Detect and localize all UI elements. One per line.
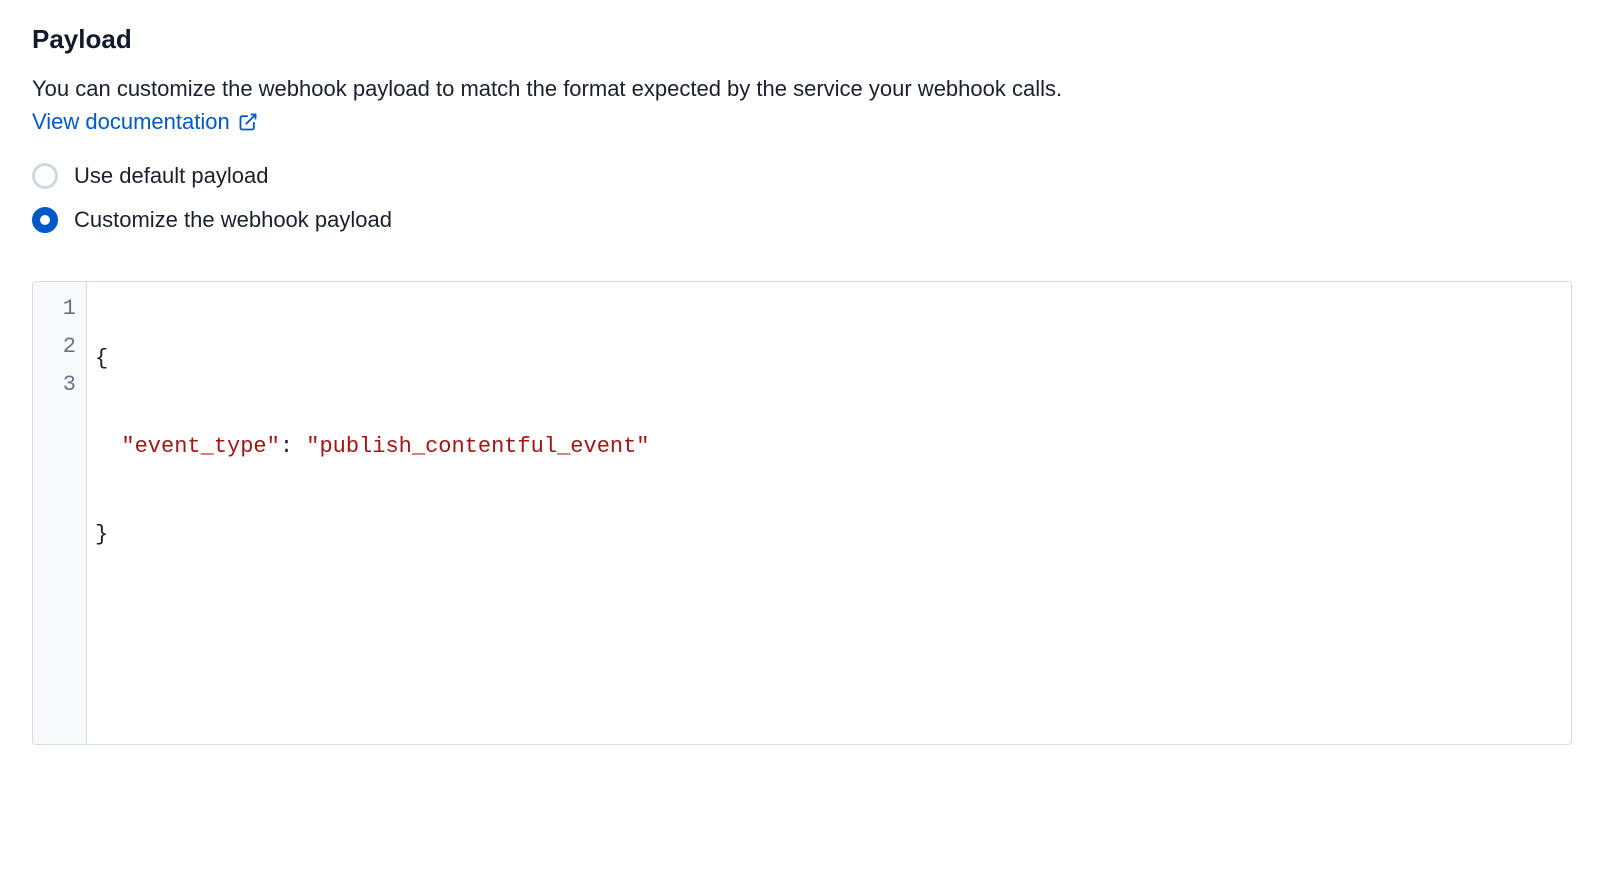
radio-label-default: Use default payload <box>74 163 268 189</box>
radio-circle-default <box>32 163 58 189</box>
external-link-icon <box>238 112 258 132</box>
view-documentation-link[interactable]: View documentation <box>32 109 258 135</box>
radio-label-customize: Customize the webhook payload <box>74 207 392 233</box>
editor-gutter: 1 2 3 <box>33 282 87 744</box>
radio-option-default[interactable]: Use default payload <box>32 163 1572 189</box>
payload-radio-group: Use default payload Customize the webhoo… <box>32 163 1572 233</box>
editor-code-area[interactable]: { "event_type": "publish_contentful_even… <box>87 282 1571 744</box>
doc-link-label: View documentation <box>32 109 230 135</box>
gutter-line: 3 <box>33 366 86 404</box>
code-line: { <box>95 340 1563 378</box>
payload-code-editor[interactable]: 1 2 3 { "event_type": "publish_contentfu… <box>32 281 1572 745</box>
gutter-line: 2 <box>33 328 86 366</box>
section-title: Payload <box>32 24 1572 55</box>
code-line: } <box>95 516 1563 554</box>
section-description: You can customize the webhook payload to… <box>32 73 1572 105</box>
gutter-line: 1 <box>33 290 86 328</box>
code-line: "event_type": "publish_contentful_event" <box>95 428 1563 466</box>
radio-option-customize[interactable]: Customize the webhook payload <box>32 207 1572 233</box>
radio-circle-customize <box>32 207 58 233</box>
